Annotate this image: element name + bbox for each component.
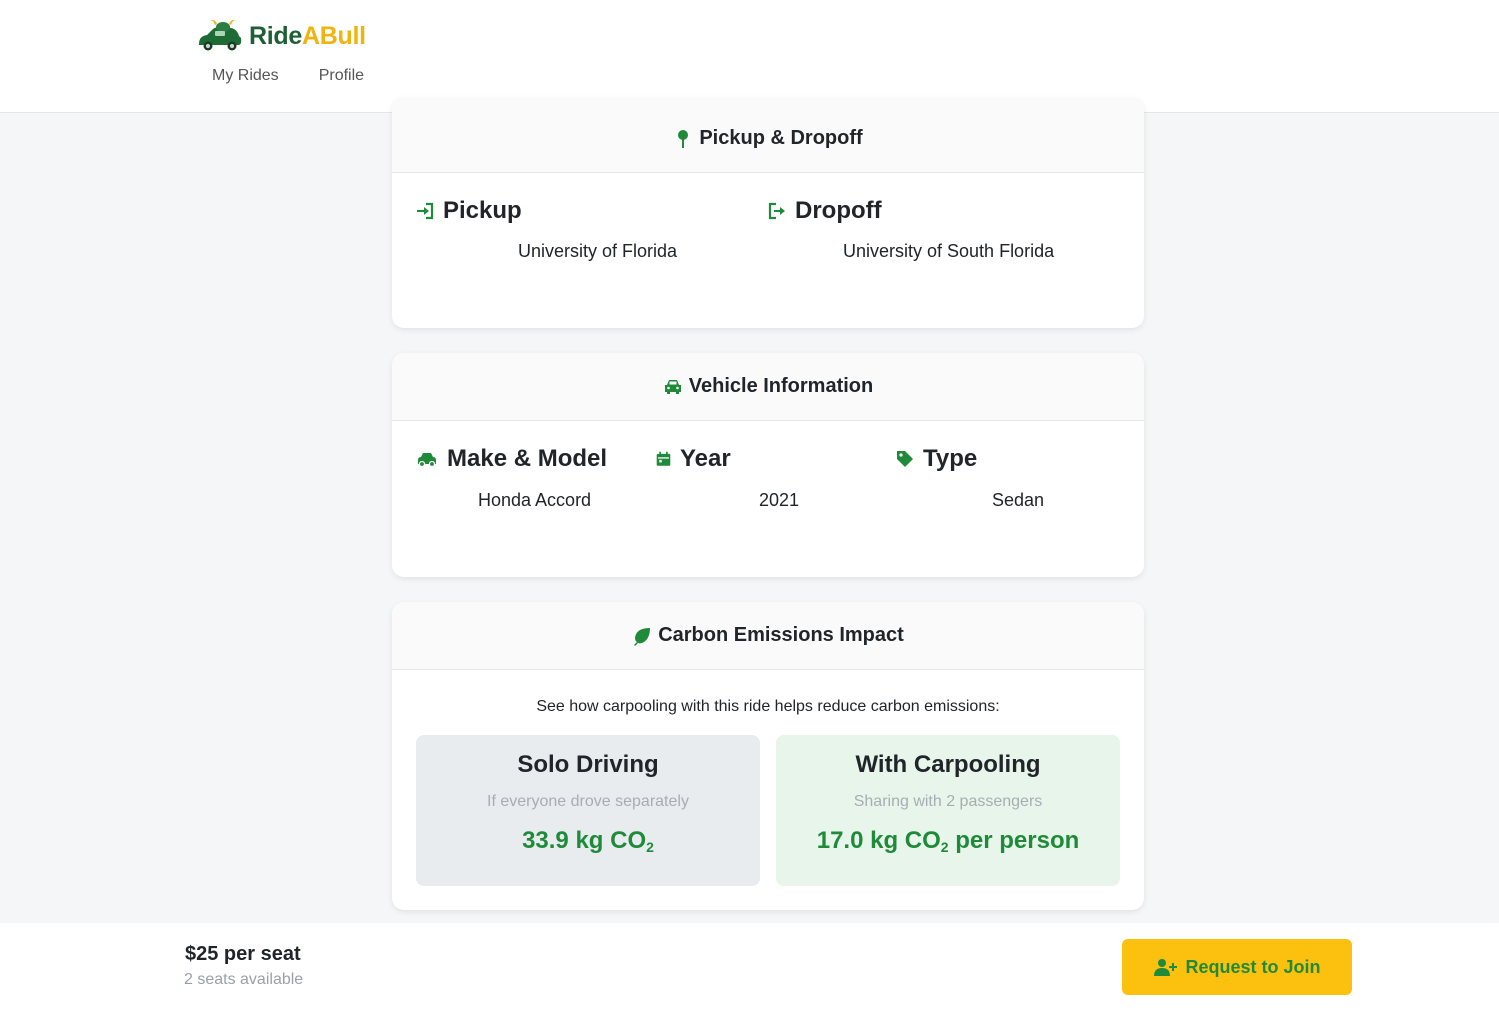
year-section: Year <box>655 445 731 473</box>
request-to-join-label: Request to Join <box>1185 956 1321 977</box>
year-label: Year <box>680 445 731 472</box>
solo-driving-subtitle: If everyone drove separately <box>487 793 689 810</box>
brand-name: RideABull <box>249 22 366 51</box>
sign-out-icon <box>768 202 785 220</box>
brand-name-part2: ABull <box>301 21 366 50</box>
dropoff-section: Dropoff <box>767 197 882 225</box>
make-model-value: Honda Accord <box>478 490 592 510</box>
nav-my-rides[interactable]: My Rides <box>212 67 279 85</box>
price-per-seat: $25 per seat <box>185 943 301 965</box>
carbon-intro-text: See how carpooling with this ride helps … <box>536 698 1000 715</box>
carbon-impact-card: Carbon Emissions Impact See how carpooli… <box>392 602 1144 910</box>
brand-name-part1: Ride <box>249 21 302 50</box>
pickup-dropoff-title: Pickup & Dropoff <box>699 127 863 149</box>
sign-in-icon <box>417 202 434 220</box>
vehicle-info-title: Vehicle Information <box>688 375 874 397</box>
carpooling-title: With Carpooling <box>855 751 1041 778</box>
vehicle-info-header: Vehicle Information <box>392 353 1144 421</box>
leaf-icon <box>634 627 651 646</box>
pickup-label: Pickup <box>443 197 522 224</box>
carbon-impact-title: Carbon Emissions Impact <box>658 624 904 646</box>
calendar-icon <box>656 451 671 466</box>
carpooling-value: 17.0 kg CO2 per person <box>776 827 1120 855</box>
pickup-section: Pickup <box>415 197 522 225</box>
request-to-join-button[interactable]: Request to Join <box>1122 939 1352 995</box>
solo-driving-value: 33.9 kg CO2 <box>416 827 760 855</box>
carpooling-box: With Carpooling Sharing with 2 passenger… <box>776 735 1120 886</box>
dropoff-label: Dropoff <box>795 197 882 224</box>
carpool-value-text: 17.0 kg CO <box>816 827 941 854</box>
type-section: Type <box>895 445 977 473</box>
brand-logo-link[interactable]: RideABull <box>195 18 366 54</box>
vehicle-info-card: Vehicle Information Make & Model Honda A… <box>392 353 1144 577</box>
type-label: Type <box>923 445 978 472</box>
pickup-value: University of Florida <box>518 241 678 261</box>
make-model-section: Make & Model <box>415 445 607 473</box>
solo-driving-box: Solo Driving If everyone drove separatel… <box>416 735 760 886</box>
seats-available: 2 seats available <box>184 971 304 988</box>
nav-profile[interactable]: Profile <box>319 67 364 85</box>
tag-icon <box>897 451 913 467</box>
solo-value-text: 33.9 kg CO <box>522 827 647 854</box>
car-side-icon <box>418 453 436 468</box>
pickup-dropoff-card: Pickup & Dropoff Pickup University of Fl… <box>392 97 1144 328</box>
main-nav: My Rides Profile <box>212 67 364 85</box>
carbon-impact-header: Carbon Emissions Impact <box>392 602 1144 670</box>
make-model-label: Make & Model <box>447 445 608 472</box>
carpool-value-sub: 2 <box>940 839 949 855</box>
pickup-dropoff-header: Pickup & Dropoff <box>392 97 1144 173</box>
year-value: 2021 <box>759 490 800 510</box>
map-pin-icon <box>678 129 689 148</box>
car-icon <box>664 379 681 394</box>
carpool-value-suffix: per person <box>948 827 1080 854</box>
bull-car-logo-icon <box>199 19 242 51</box>
carpooling-subtitle: Sharing with 2 passengers <box>853 793 1043 810</box>
dropoff-value: University of South Florida <box>843 241 1055 261</box>
booking-footer: $25 per seat 2 seats available Request t… <box>0 923 1499 1011</box>
solo-value-sub: 2 <box>646 839 654 855</box>
user-plus-icon <box>1154 959 1178 976</box>
type-value: Sedan <box>992 490 1045 510</box>
solo-driving-title: Solo Driving <box>517 751 659 778</box>
